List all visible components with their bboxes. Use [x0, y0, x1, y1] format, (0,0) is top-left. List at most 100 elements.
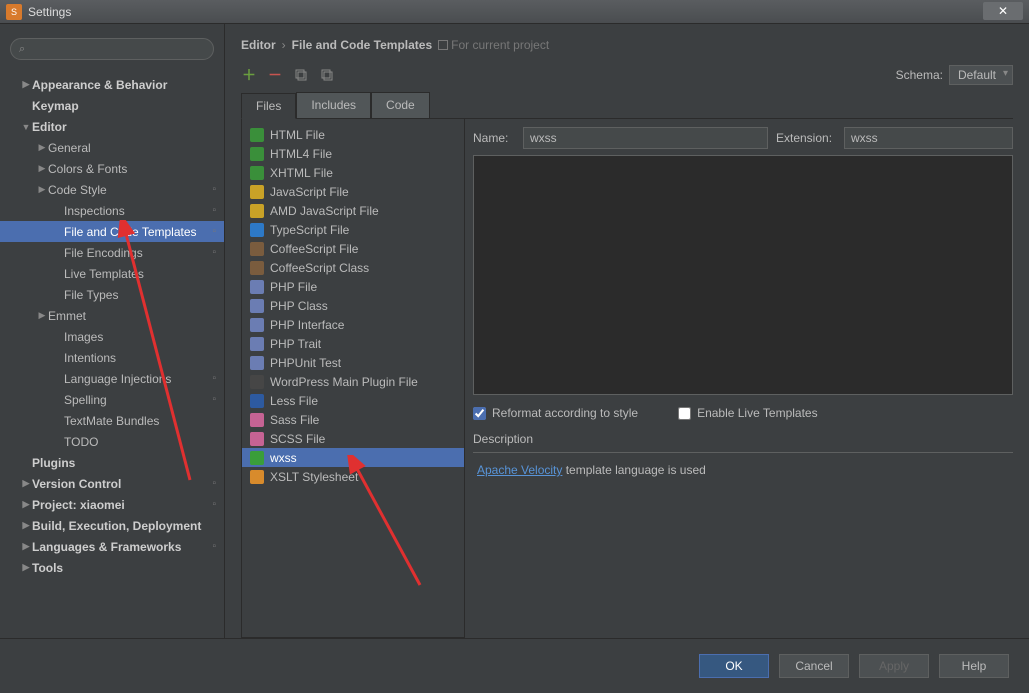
sidebar-item[interactable]: ▶Code Style▫: [0, 179, 224, 200]
tab-includes[interactable]: Includes: [296, 92, 371, 118]
template-list-item[interactable]: PHPUnit Test: [242, 353, 464, 372]
sidebar-item[interactable]: Keymap: [0, 95, 224, 116]
template-list[interactable]: HTML File HTML4 File XHTML FileJavaScript …: [241, 119, 465, 638]
template-list-item[interactable]: PHP Class: [242, 296, 464, 315]
sidebar-item-label: TODO: [64, 435, 98, 449]
sidebar-item[interactable]: ▶Tools: [0, 557, 224, 578]
template-list-item[interactable]: CoffeeScript Class: [242, 258, 464, 277]
sidebar-item[interactable]: Inspections▫: [0, 200, 224, 221]
name-label: Name:: [473, 131, 515, 145]
file-type-icon: [250, 223, 264, 237]
tab-code[interactable]: Code: [371, 92, 430, 118]
file-type-icon: [250, 318, 264, 332]
sidebar-item[interactable]: TODO: [0, 431, 224, 452]
cancel-button[interactable]: Cancel: [779, 654, 849, 678]
sidebar-item[interactable]: Language Injections▫: [0, 368, 224, 389]
template-list-item[interactable]: HTML4 File: [242, 144, 464, 163]
sidebar-item[interactable]: Live Templates: [0, 263, 224, 284]
velocity-link[interactable]: Apache Velocity: [477, 463, 562, 477]
project-scope-icon: ▫: [212, 478, 216, 489]
template-list-item[interactable]: WordPress Main Plugin File: [242, 372, 464, 391]
sidebar-item[interactable]: TextMate Bundles: [0, 410, 224, 431]
template-code-editor[interactable]: [473, 155, 1013, 395]
template-list-item[interactable]: wxss: [242, 448, 464, 467]
sidebar-item[interactable]: File Types: [0, 284, 224, 305]
sidebar-item[interactable]: ▼Editor: [0, 116, 224, 137]
sidebar-item-label: Project: xiaomei: [32, 498, 125, 512]
sidebar-item-label: TextMate Bundles: [64, 414, 159, 428]
template-item-label: HTML4 File: [270, 147, 332, 161]
template-item-label: HTML File: [270, 128, 325, 142]
schema-label: Schema:: [896, 68, 943, 82]
sidebar-item[interactable]: ▶Project: xiaomei▫: [0, 494, 224, 515]
template-list-item[interactable]: Less File: [242, 391, 464, 410]
tree-arrow-icon: ▼: [20, 122, 32, 132]
template-editor-panel: Name: Extension: Reformat according to s…: [473, 119, 1013, 638]
schema-combo[interactable]: Default: [949, 65, 1013, 85]
template-tabs: Files Includes Code: [241, 92, 1013, 119]
remove-template-button[interactable]: －: [267, 67, 283, 83]
apply-button[interactable]: Apply: [859, 654, 929, 678]
sidebar-item-label: Code Style: [48, 183, 107, 197]
template-item-label: AMD JavaScript File: [270, 204, 379, 218]
sidebar-item[interactable]: Spelling▫: [0, 389, 224, 410]
help-button[interactable]: Help: [939, 654, 1009, 678]
template-extension-input[interactable]: [844, 127, 1013, 149]
breadcrumb: Editor › File and Code Templates For cur…: [241, 38, 1013, 52]
project-scope-icon: ▫: [212, 205, 216, 216]
breadcrumb-page: File and Code Templates: [292, 38, 432, 52]
reformat-checkbox[interactable]: Reformat according to style: [473, 406, 638, 420]
file-type-icon: [250, 451, 264, 465]
template-list-item[interactable]: XHTML File: [242, 163, 464, 182]
sidebar-item[interactable]: ▶Appearance & Behavior: [0, 74, 224, 95]
sidebar-item[interactable]: ▶Languages & Frameworks▫: [0, 536, 224, 557]
tree-arrow-icon: ▶: [20, 478, 32, 489]
project-scope-icon: ▫: [212, 247, 216, 258]
sidebar-item[interactable]: File Encodings ▫: [0, 242, 224, 263]
template-list-item[interactable]: Sass File: [242, 410, 464, 429]
file-type-icon: [250, 470, 264, 484]
template-item-label: XSLT Stylesheet: [270, 470, 358, 484]
sidebar-item[interactable]: ▶Colors & Fonts: [0, 158, 224, 179]
tree-arrow-icon: ▶: [36, 163, 48, 174]
file-type-icon: [250, 204, 264, 218]
template-list-item[interactable]: TypeScript File: [242, 220, 464, 239]
ok-button[interactable]: OK: [699, 654, 769, 678]
sidebar-search-input[interactable]: ⌕: [10, 38, 214, 60]
template-list-item[interactable]: SCSS File: [242, 429, 464, 448]
sidebar-item[interactable]: Plugins: [0, 452, 224, 473]
template-list-item[interactable]: XSLT Stylesheet: [242, 467, 464, 486]
template-item-label: PHP File: [270, 280, 317, 294]
sidebar-item[interactable]: File and Code Templates▫: [0, 221, 224, 242]
sidebar-item[interactable]: ▶Build, Execution, Deployment: [0, 515, 224, 536]
sidebar-item-label: File Encodings: [64, 246, 143, 260]
tab-files[interactable]: Files: [241, 93, 296, 119]
template-list-item[interactable]: AMD JavaScript File: [242, 201, 464, 220]
add-template-button[interactable]: ＋: [241, 67, 257, 83]
sidebar-item-label: Build, Execution, Deployment: [32, 519, 201, 533]
template-list-item[interactable]: HTML File: [242, 125, 464, 144]
copy-template-button[interactable]: [293, 67, 309, 83]
file-type-icon: [250, 299, 264, 313]
project-scope-icon: ▫: [212, 541, 216, 552]
sidebar-item[interactable]: ▶Emmet: [0, 305, 224, 326]
settings-content: Editor › File and Code Templates For cur…: [225, 24, 1029, 638]
template-list-item[interactable]: PHP File: [242, 277, 464, 296]
file-type-icon: [250, 280, 264, 294]
sidebar-item[interactable]: Intentions: [0, 347, 224, 368]
template-name-input[interactable]: [523, 127, 768, 149]
template-list-item[interactable]: PHP Trait: [242, 334, 464, 353]
description-label: Description: [473, 432, 1013, 446]
window-close-button[interactable]: ✕: [983, 2, 1023, 20]
sidebar-item-label: Tools: [32, 561, 63, 575]
sidebar-item[interactable]: ▶General: [0, 137, 224, 158]
sidebar-item[interactable]: Images: [0, 326, 224, 347]
sidebar-item[interactable]: ▶Version Control▫: [0, 473, 224, 494]
template-list-item[interactable]: JavaScript File: [242, 182, 464, 201]
file-type-icon: [250, 337, 264, 351]
enable-live-templates-checkbox[interactable]: Enable Live Templates: [678, 406, 818, 420]
copy-template-button-2[interactable]: [319, 67, 335, 83]
template-list-item[interactable]: PHP Interface: [242, 315, 464, 334]
file-type-icon: [250, 261, 264, 275]
template-list-item[interactable]: CoffeeScript File: [242, 239, 464, 258]
